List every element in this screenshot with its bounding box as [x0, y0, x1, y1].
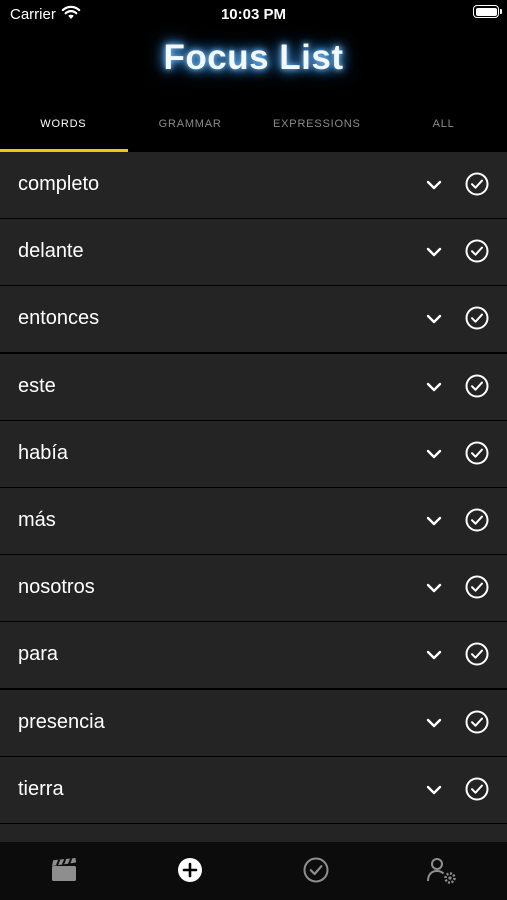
page-title: Focus List	[163, 38, 344, 77]
checkmark-circle-icon[interactable]	[464, 709, 490, 735]
word-label: para	[18, 643, 59, 666]
word-label: había	[18, 441, 69, 464]
word-label: nosotros	[18, 576, 95, 599]
chevron-down-icon[interactable]	[424, 309, 444, 329]
checkmark-circle-icon[interactable]	[464, 238, 490, 264]
checkmark-circle-icon[interactable]	[296, 852, 336, 888]
checkmark-circle-icon[interactable]	[464, 574, 490, 600]
battery-icon	[473, 5, 502, 18]
tab-expressions[interactable]: EXPRESSIONS	[254, 96, 381, 152]
checkmark-circle-icon[interactable]	[464, 171, 490, 197]
bottom-tab-bar	[0, 842, 507, 900]
word-label: delante	[18, 240, 84, 263]
word-row[interactable]: completo	[0, 152, 507, 218]
word-label: volver	[18, 824, 71, 842]
checkmark-circle-icon[interactable]	[464, 305, 490, 331]
word-label: presencia	[18, 710, 105, 733]
word-row[interactable]: nosotros	[0, 555, 507, 622]
chevron-down-icon[interactable]	[424, 780, 444, 800]
word-label: entonces	[18, 307, 100, 330]
word-row[interactable]: entonces	[0, 286, 507, 353]
chevron-down-icon[interactable]	[424, 645, 444, 665]
chevron-down-icon[interactable]	[424, 511, 444, 531]
tab-words[interactable]: WORDS	[0, 96, 127, 152]
tab-all[interactable]: ALL	[380, 96, 507, 152]
word-row[interactable]: tierra	[0, 756, 507, 823]
word-row[interactable]: más	[0, 487, 507, 554]
checkmark-circle-icon[interactable]	[464, 641, 490, 667]
chevron-down-icon[interactable]	[424, 578, 444, 598]
category-tabs: WORDS GRAMMAR EXPRESSIONS ALL	[0, 96, 507, 152]
checkmark-circle-icon[interactable]	[464, 507, 490, 533]
chevron-down-icon[interactable]	[424, 242, 444, 262]
word-label: este	[18, 374, 56, 397]
status-bar: Carrier 10:03 PM	[0, 0, 507, 28]
focus-word-list: completo delante entonces este había más nosot…	[0, 152, 507, 842]
checkmark-circle-icon[interactable]	[464, 776, 490, 802]
chevron-down-icon[interactable]	[424, 175, 444, 195]
add-circle-icon[interactable]	[170, 852, 210, 888]
word-row[interactable]: delante	[0, 219, 507, 286]
checkmark-circle-icon[interactable]	[464, 440, 490, 466]
word-row[interactable]: volver	[0, 823, 507, 842]
word-row[interactable]: presencia	[0, 689, 507, 756]
user-settings-icon[interactable]	[422, 852, 462, 888]
chevron-down-icon[interactable]	[424, 377, 444, 397]
tab-grammar[interactable]: GRAMMAR	[127, 96, 254, 152]
checkmark-circle-icon[interactable]	[464, 373, 490, 399]
word-label: tierra	[18, 777, 64, 800]
clapperboard-icon[interactable]	[44, 852, 84, 888]
word-row[interactable]: para	[0, 622, 507, 689]
chevron-down-icon[interactable]	[424, 713, 444, 733]
word-label: más	[18, 508, 56, 531]
word-label: completo	[18, 173, 100, 195]
chevron-down-icon[interactable]	[424, 444, 444, 464]
clock: 10:03 PM	[220, 6, 287, 23]
word-row[interactable]: este	[0, 353, 507, 420]
word-row[interactable]: había	[0, 420, 507, 487]
